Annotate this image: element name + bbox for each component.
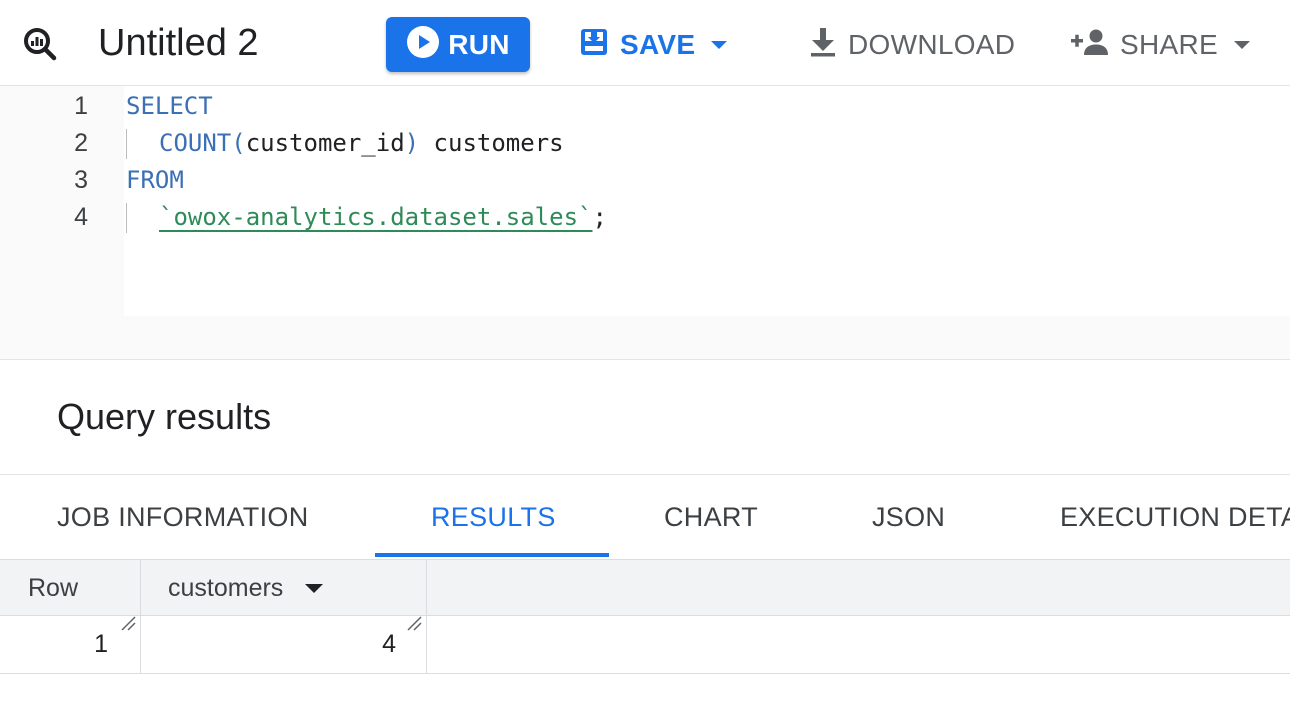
line-number: 4	[74, 203, 88, 231]
sql-keyword: SELECT	[126, 92, 213, 120]
tab-job-information[interactable]: JOB INFORMATION	[57, 475, 309, 559]
active-tab-indicator	[375, 553, 609, 557]
chevron-down-icon	[1233, 41, 1250, 49]
tab-json[interactable]: JSON	[872, 475, 945, 559]
resize-handle-icon[interactable]	[404, 595, 422, 631]
download-button[interactable]: DOWNLOAD	[808, 24, 1015, 66]
tab-results[interactable]: RESULTS	[431, 475, 556, 559]
person-add-icon	[1070, 26, 1110, 65]
column-header-customers[interactable]: customers	[141, 560, 427, 631]
resize-handle-icon[interactable]	[118, 595, 136, 631]
column-header-label: Row	[28, 574, 79, 602]
line-number: 3	[74, 166, 88, 194]
indent-guide	[126, 129, 127, 159]
run-button[interactable]: RUN	[386, 17, 530, 72]
code-line-2: COUNT(customer_id) customers	[159, 129, 564, 157]
line-number: 2	[74, 129, 88, 157]
sql-table-reference: `owox-analytics.dataset.sales`	[159, 203, 593, 231]
results-title: Query results	[57, 396, 272, 437]
sql-keyword: FROM	[126, 166, 184, 194]
share-button[interactable]: SHARE	[1070, 24, 1250, 66]
tab-chart[interactable]: CHART	[664, 475, 758, 559]
column-header-label: customers	[168, 574, 284, 602]
table-cell-customers: 4	[141, 616, 427, 673]
code-area[interactable]	[124, 86, 1290, 316]
sql-editor[interactable]: 1 2 3 4 SELECT COUNT(customer_id) custom…	[0, 86, 1290, 360]
line-number: 1	[74, 92, 88, 120]
sql-alias: customers	[419, 129, 564, 157]
play-circle-icon	[406, 25, 440, 64]
results-table: Row customers 1 4	[0, 559, 1290, 710]
toolbar: Untitled 2 RUN SAVE DOWNLOAD SHARE	[0, 0, 1290, 86]
download-icon	[808, 26, 838, 65]
table-cell-row-number: 1	[0, 616, 141, 673]
run-button-label: RUN	[448, 28, 510, 60]
save-icon	[578, 26, 610, 65]
code-line-1: SELECT	[126, 92, 213, 120]
tab-execution-details[interactable]: EXECUTION DETAILS	[1060, 475, 1290, 559]
download-button-label: DOWNLOAD	[848, 29, 1016, 60]
save-button[interactable]: SAVE	[578, 24, 728, 66]
chevron-down-icon	[711, 41, 728, 49]
query-magnifier-icon	[22, 26, 58, 62]
sql-paren: (	[231, 129, 246, 157]
line-number-gutter: 1 2 3 4	[0, 86, 124, 316]
column-header-row[interactable]: Row	[0, 560, 141, 631]
query-title[interactable]: Untitled 2	[98, 20, 259, 66]
sort-caret-down-icon[interactable]	[305, 584, 324, 593]
sql-identifier: customer_id	[245, 129, 405, 157]
table-row[interactable]: 1 4	[0, 616, 1290, 674]
results-tabs: JOB INFORMATION RESULTS CHART JSON EXECU…	[0, 475, 1290, 559]
code-line-3: FROM	[126, 166, 184, 194]
indent-guide	[126, 203, 127, 233]
save-button-label: SAVE	[620, 29, 696, 60]
table-header: Row customers	[0, 559, 1290, 631]
share-button-label: SHARE	[1120, 29, 1218, 60]
sql-terminator: ;	[592, 203, 607, 231]
sql-function: COUNT	[159, 129, 232, 157]
code-line-4: `owox-analytics.dataset.sales`;	[159, 203, 607, 231]
sql-paren: )	[404, 129, 420, 157]
